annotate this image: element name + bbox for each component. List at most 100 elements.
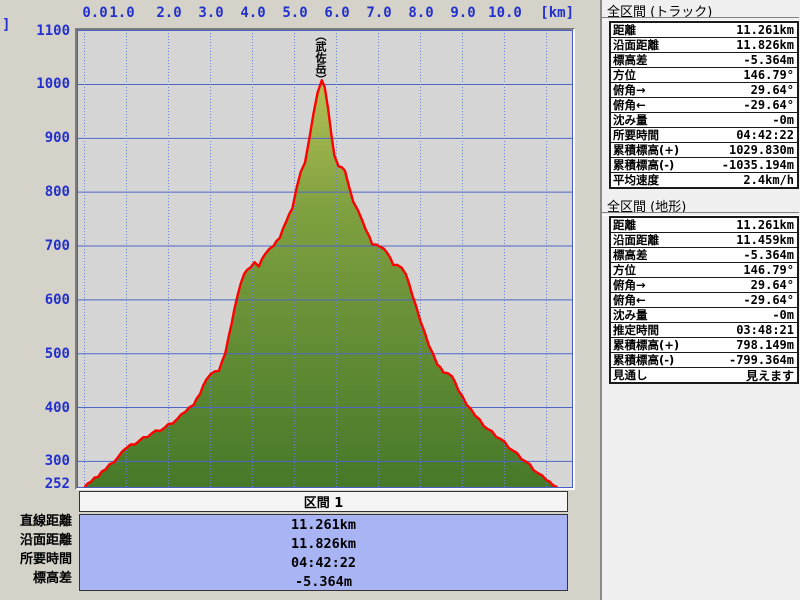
y-tick-label: 800 bbox=[0, 184, 70, 200]
y-tick-label: 700 bbox=[0, 238, 70, 254]
stat-label: 方位 bbox=[613, 262, 636, 278]
x-tick-label: 8.0 bbox=[408, 5, 433, 21]
x-tick-label: 7.0 bbox=[366, 5, 391, 21]
y-tick-label: 1000 bbox=[0, 76, 70, 92]
stat-label: 累積標高(-) bbox=[613, 157, 674, 173]
stat-value: -1035.194m bbox=[722, 158, 794, 172]
stat-label: 方位 bbox=[613, 67, 636, 83]
y-tick-label: 300 bbox=[0, 453, 70, 469]
stat-row: 累積標高(+) 1029.830m bbox=[611, 143, 797, 158]
stat-value: -0m bbox=[772, 113, 794, 127]
stat-label: 距離 bbox=[613, 22, 636, 38]
stat-row: 平均速度 2.4km/h bbox=[611, 173, 797, 187]
stat-value: 見えます bbox=[746, 367, 794, 384]
x-tick-label: 5.0 bbox=[282, 5, 307, 21]
x-axis-unit-label: [km] bbox=[540, 5, 574, 21]
x-tick-label: 4.0 bbox=[240, 5, 265, 21]
stat-row: 累積標高(-) -1035.194m bbox=[611, 158, 797, 173]
stat-label: 累積標高(-) bbox=[613, 352, 674, 368]
stat-row: 俯角→29.64° bbox=[611, 83, 797, 98]
stat-label: 俯角← bbox=[613, 292, 646, 308]
stat-value: 29.64° bbox=[751, 83, 794, 97]
stat-label: 累積標高(+) bbox=[613, 337, 679, 353]
stat-label: 距離 bbox=[613, 217, 636, 233]
y-tick-label: 1100 bbox=[0, 23, 70, 39]
stat-label: 累積標高(+) bbox=[613, 142, 679, 158]
stat-label: 標高差 bbox=[613, 52, 648, 68]
stat-row: 沈み量-0m bbox=[611, 308, 797, 323]
stat-label: 沈み量 bbox=[613, 307, 648, 323]
elevation-profile-window: ] [km] 0.01.02.03.04.05.06.07.08.09.010.… bbox=[0, 0, 800, 600]
y-tick-label: 400 bbox=[0, 400, 70, 416]
stat-row: 俯角← -29.64° bbox=[611, 98, 797, 113]
chart-frame: （武佐岳） bbox=[75, 28, 575, 490]
x-tick-label: 0.0 bbox=[82, 5, 107, 21]
stat-label: 所要時間 bbox=[613, 127, 659, 143]
x-tick-label: 3.0 bbox=[198, 5, 223, 21]
stat-value: -5.364m bbox=[743, 53, 794, 67]
x-tick-label: 2.0 bbox=[156, 5, 181, 21]
stat-label: 俯角← bbox=[613, 97, 646, 113]
stat-value: -29.64° bbox=[743, 293, 794, 307]
stat-value: 11.261km bbox=[736, 23, 794, 37]
segment-value: 11.826km bbox=[80, 535, 567, 554]
stat-value: -5.364m bbox=[743, 248, 794, 262]
stat-row: 俯角← -29.64° bbox=[611, 293, 797, 308]
stat-value: 11.261km bbox=[736, 218, 794, 232]
stat-value: -799.364m bbox=[729, 353, 794, 367]
stat-row: 距離 11.261km bbox=[611, 23, 797, 38]
x-tick-label: 6.0 bbox=[324, 5, 349, 21]
stat-label: 沈み量 bbox=[613, 112, 648, 128]
stat-value: 04:42:22 bbox=[736, 128, 794, 142]
stat-value: 1029.830m bbox=[729, 143, 794, 157]
x-tick-label: 1.0 bbox=[109, 5, 134, 21]
stat-row: 沿面距離 11.826km bbox=[611, 38, 797, 53]
stat-label: 推定時間 bbox=[613, 322, 659, 338]
stat-value: 11.826km bbox=[736, 38, 794, 52]
segment-value: 04:42:22 bbox=[80, 554, 567, 573]
segment-header-label: 区間 1 bbox=[304, 492, 344, 511]
stat-value: 146.79° bbox=[743, 263, 794, 277]
segment-row-label: 沿面距離 bbox=[0, 531, 72, 550]
stat-label: 沿面距離 bbox=[613, 232, 659, 248]
stat-value: -29.64° bbox=[743, 98, 794, 112]
stat-label: 見通し bbox=[613, 367, 648, 383]
segment-header: 区間 1 bbox=[79, 491, 568, 512]
y-tick-label: 900 bbox=[0, 130, 70, 146]
stat-label: 平均速度 bbox=[613, 172, 659, 188]
y-tick-label: 600 bbox=[0, 292, 70, 308]
stat-row: 見通し 見えます bbox=[611, 368, 797, 382]
elevation-plot-area[interactable]: （武佐岳） bbox=[77, 30, 573, 488]
segment-row-label: 直線距離 bbox=[0, 512, 72, 531]
stat-value: 03:48:21 bbox=[736, 323, 794, 337]
stat-label: 標高差 bbox=[613, 247, 648, 263]
stat-row: 沈み量 -0m bbox=[611, 113, 797, 128]
segment-value-box: 11.261km11.826km04:42:22-5.364m bbox=[79, 514, 568, 591]
stat-label: 俯角→ bbox=[613, 277, 646, 293]
segment-value: 11.261km bbox=[80, 516, 567, 535]
elevation-area-fill bbox=[85, 80, 558, 487]
stat-row: 推定時間 03:48:21 bbox=[611, 323, 797, 338]
stat-table: 距離 11.261km 沿面距離 11.459km 標高差 -5.364m 方位 146.79… bbox=[609, 216, 799, 384]
stat-value: 11.459km bbox=[736, 233, 794, 247]
track-statistics-panel: 全区間 (トラック)距離11.261km沿面距離11.826km標高差-5.36… bbox=[600, 0, 800, 600]
x-tick-label: 9.0 bbox=[450, 5, 475, 21]
stat-value: 2.4km/h bbox=[743, 173, 794, 187]
segment-row-label: 標高差 bbox=[0, 569, 72, 588]
y-tick-label: 252 bbox=[0, 476, 70, 492]
stat-label: 沿面距離 bbox=[613, 37, 659, 53]
stat-row: 標高差 -5.364m bbox=[611, 248, 797, 263]
stat-row: 距離 11.261km bbox=[611, 218, 797, 233]
segment-row-label: 所要時間 bbox=[0, 550, 72, 569]
stat-value: 29.64° bbox=[751, 278, 794, 292]
stat-value: 146.79° bbox=[743, 68, 794, 82]
y-tick-label: 500 bbox=[0, 346, 70, 362]
stat-table: 距離 11.261km 沿面距離 11.826km 標高差 -5.364m 方位 146.79… bbox=[609, 21, 799, 189]
stat-row: 累積標高(+) 798.149m bbox=[611, 338, 797, 353]
stat-row: 方位 146.79° bbox=[611, 68, 797, 83]
stat-row: 方位 146.79° bbox=[611, 263, 797, 278]
stat-row: 所要時間 04:42:22 bbox=[611, 128, 797, 143]
stat-value: 798.149m bbox=[736, 338, 794, 352]
segment-value: -5.364m bbox=[80, 573, 567, 592]
peak-annotation-label: （武佐岳） bbox=[314, 30, 327, 85]
